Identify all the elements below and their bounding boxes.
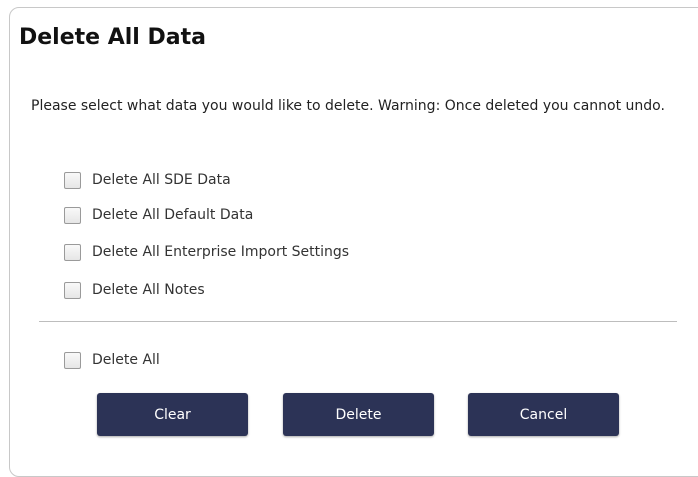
option-delete-default-data[interactable]: Delete All Default Data xyxy=(64,205,253,225)
cancel-button[interactable]: Cancel xyxy=(468,393,619,436)
delete-all-checkbox[interactable] xyxy=(64,351,81,369)
option-delete-sde-data[interactable]: Delete All SDE Data xyxy=(64,170,231,190)
dialog-title: Delete All Data xyxy=(19,25,206,50)
delete-enterprise-import-settings-checkbox[interactable] xyxy=(64,243,81,261)
delete-sde-data-checkbox[interactable] xyxy=(64,171,81,189)
divider xyxy=(39,321,677,322)
option-label: Delete All xyxy=(92,352,160,368)
option-label: Delete All SDE Data xyxy=(92,172,231,188)
clear-button[interactable]: Clear xyxy=(97,393,248,436)
option-label: Delete All Enterprise Import Settings xyxy=(92,244,350,260)
dialog-description: Please select what data you would like t… xyxy=(31,98,665,114)
option-delete-all[interactable]: Delete All xyxy=(64,350,160,370)
option-delete-notes[interactable]: Delete All Notes xyxy=(64,280,205,300)
option-delete-enterprise-import-settings[interactable]: Delete All Enterprise Import Settings xyxy=(64,242,349,262)
option-label: Delete All Default Data xyxy=(92,207,254,223)
delete-default-data-checkbox[interactable] xyxy=(64,206,81,224)
option-label: Delete All Notes xyxy=(92,282,205,298)
delete-button[interactable]: Delete xyxy=(283,393,434,436)
delete-notes-checkbox[interactable] xyxy=(64,281,81,299)
